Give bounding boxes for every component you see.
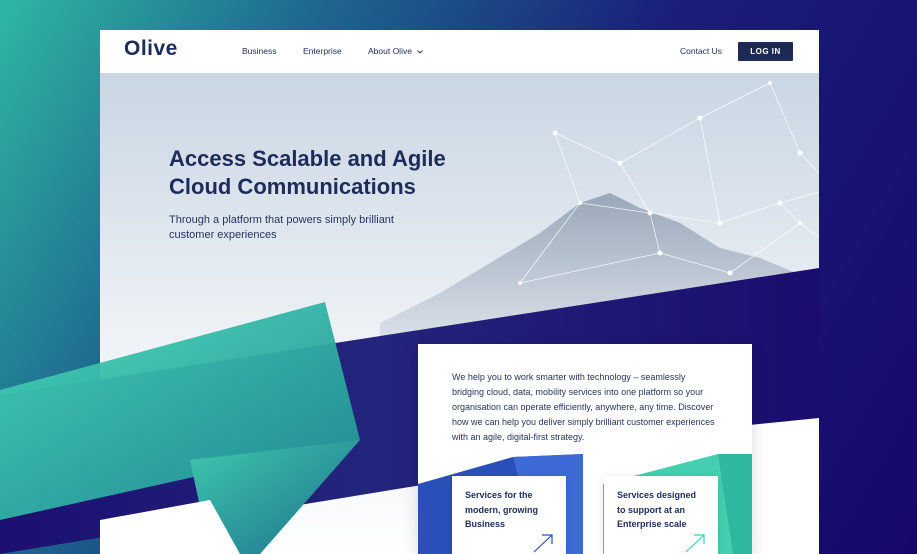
nav-contact-us[interactable]: Contact Us	[680, 46, 722, 56]
service-enterprise-label: Services designed to support at an Enter…	[617, 490, 697, 529]
service-business-label: Services for the modern, growing Busines…	[465, 490, 538, 529]
hero-title: Access Scalable and Agile Cloud Communic…	[169, 145, 469, 201]
arrow-up-right-icon	[533, 534, 553, 553]
nav-business[interactable]: Business	[242, 46, 277, 56]
hero-title-line-2: Cloud Communications	[169, 174, 416, 199]
top-nav: Olive Business Enterprise About Olive Co…	[100, 30, 819, 73]
arrow-up-right-icon	[685, 534, 705, 553]
nav-about-olive[interactable]: About Olive	[368, 46, 424, 56]
nav-enterprise[interactable]: Enterprise	[303, 46, 342, 56]
nav-about-olive-label: About Olive	[368, 46, 412, 56]
login-button[interactable]: LOG IN	[738, 42, 793, 61]
intro-card: We help you to work smarter with technol…	[418, 344, 752, 554]
hero-title-line-1: Access Scalable and Agile	[169, 146, 446, 171]
hero-subtitle: Through a platform that powers simply br…	[169, 214, 394, 241]
olive-logo[interactable]: Olive	[124, 37, 178, 61]
intro-text: We help you to work smarter with technol…	[452, 372, 715, 442]
service-card-enterprise[interactable]: Services designed to support at an Enter…	[604, 476, 718, 554]
chevron-down-icon	[417, 46, 424, 56]
service-card-business[interactable]: Services for the modern, growing Busines…	[452, 476, 566, 554]
